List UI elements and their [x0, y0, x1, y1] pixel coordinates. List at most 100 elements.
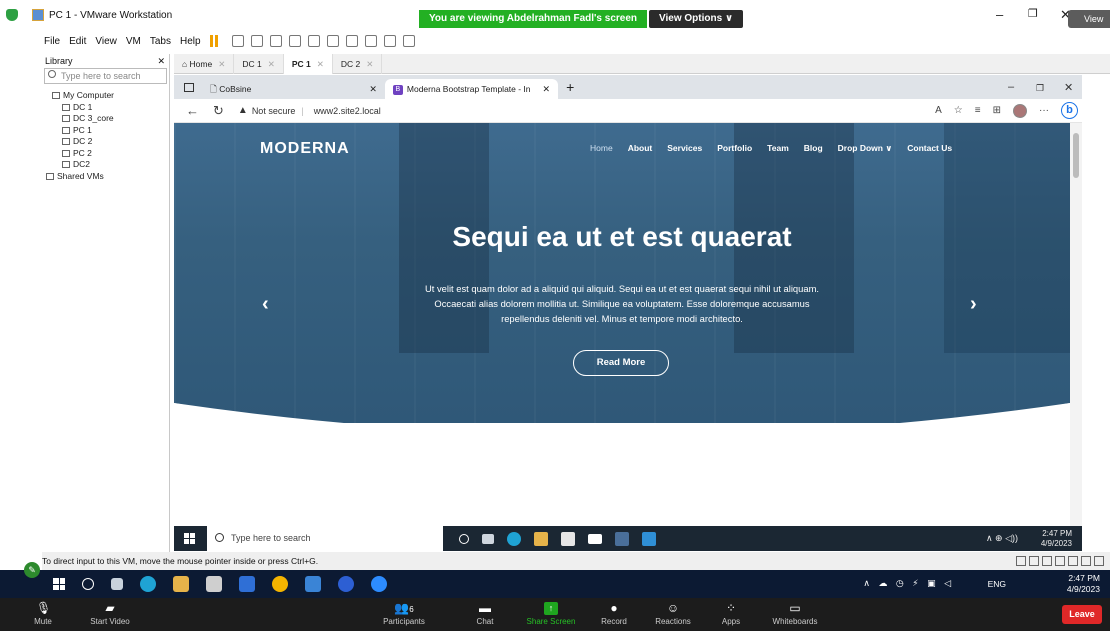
language-indicator[interactable]: ENG	[988, 579, 1006, 589]
nav-dropdown[interactable]: Drop Down ∨	[838, 143, 893, 154]
library-view-icon[interactable]	[307, 35, 320, 47]
bing-icon[interactable]: b	[1061, 102, 1078, 119]
close-tab-icon[interactable]: ✕	[366, 59, 373, 69]
tree-item-dc3-core[interactable]: DC 3_core	[42, 113, 169, 125]
hdd-icon[interactable]	[1016, 556, 1026, 566]
printer-icon[interactable]	[1081, 556, 1091, 566]
sound-icon[interactable]	[1068, 556, 1078, 566]
mute-button[interactable]: 🎙 Mute	[26, 598, 60, 631]
new-tab-icon[interactable]: +	[566, 79, 574, 95]
windows-start-icon[interactable]	[53, 578, 65, 590]
thumbnail-view-icon[interactable]	[326, 35, 339, 47]
not-secure-label[interactable]: Not secure	[252, 106, 296, 116]
pause-icon[interactable]	[209, 35, 213, 47]
telegram-icon[interactable]	[338, 576, 354, 592]
mail-icon[interactable]	[588, 533, 602, 544]
revert-snapshot-icon[interactable]	[269, 35, 282, 47]
profile-avatar[interactable]	[1013, 103, 1027, 118]
url-text[interactable]: www2.site2.local	[314, 106, 381, 116]
close-tab-icon[interactable]: ✕	[543, 84, 551, 94]
maximize-icon[interactable]: ❐	[1036, 83, 1044, 94]
tab-home[interactable]: ⌂ Home ✕	[174, 53, 235, 74]
file-explorer-icon[interactable]	[173, 576, 189, 592]
network-icon[interactable]	[1042, 556, 1052, 566]
edge-icon[interactable]	[140, 576, 156, 592]
mail-icon[interactable]	[239, 576, 255, 592]
zoom-view-button[interactable]: View	[1068, 10, 1110, 28]
menu-view[interactable]: View	[95, 36, 117, 47]
task-view-icon[interactable]	[482, 533, 494, 544]
nav-portfolio[interactable]: Portfolio	[717, 143, 752, 154]
tab-dc1[interactable]: DC 1 ✕	[234, 53, 284, 74]
guest-search-input[interactable]: Type here to search	[207, 526, 443, 551]
guest-clock[interactable]: 2:47 PM 4/9/2023	[1041, 529, 1072, 549]
tree-item-dc1[interactable]: DC 1	[42, 102, 169, 114]
minimize-icon[interactable]: –	[996, 7, 1003, 22]
whiteboards-button[interactable]: ▭ Whiteboards	[764, 598, 826, 631]
cd-icon[interactable]	[1029, 556, 1039, 566]
participants-button[interactable]: 👥6 Participants	[376, 598, 432, 631]
close-tab-icon[interactable]: ✕	[268, 59, 275, 69]
usb-icon[interactable]	[1055, 556, 1065, 566]
host-tray-icons[interactable]: ∧ ☁ ◷ ⚡ ▣ ◁	[863, 578, 954, 589]
start-video-button[interactable]: ▰ Start Video	[80, 598, 140, 631]
close-tab-icon[interactable]: ✕	[317, 59, 324, 69]
snapshot-icon[interactable]	[250, 35, 263, 47]
minimize-icon[interactable]: –	[1008, 81, 1014, 93]
close-library-icon[interactable]: ✕	[157, 54, 165, 68]
menu-vm[interactable]: VM	[126, 36, 141, 47]
console-icon[interactable]	[383, 35, 396, 47]
tab-actions-icon[interactable]	[184, 82, 194, 92]
nav-team[interactable]: Team	[767, 143, 789, 154]
site-logo[interactable]: MODERNA	[260, 140, 350, 158]
close-tab-icon[interactable]: ✕	[369, 84, 377, 94]
tree-item-shared-vms[interactable]: Shared VMs	[42, 171, 169, 183]
unity-icon[interactable]	[364, 35, 377, 47]
browser-tab-cobsine[interactable]: 🗋 CoBsine ✕	[202, 79, 385, 99]
store-icon[interactable]	[206, 576, 222, 592]
menu-file[interactable]: File	[44, 36, 60, 47]
file-explorer-icon[interactable]	[534, 531, 548, 546]
tray-icons[interactable]: ∧ ⊕ ◁))	[986, 533, 1018, 544]
close-icon[interactable]: ✕	[1064, 81, 1073, 94]
read-aloud-icon[interactable]: A	[935, 105, 942, 116]
menu-edit[interactable]: Edit	[69, 36, 86, 47]
tree-item-dc2-alt[interactable]: DC2	[42, 159, 169, 171]
windows-start-icon[interactable]	[184, 533, 195, 544]
tab-pc1[interactable]: PC 1 ✕	[283, 53, 333, 74]
close-tab-icon[interactable]: ✕	[218, 59, 225, 69]
leave-button[interactable]: Leave	[1062, 605, 1102, 624]
back-icon[interactable]: ←	[186, 103, 199, 118]
refresh-icon[interactable]: ↻	[213, 103, 224, 119]
host-clock[interactable]: 2:47 PM 4/9/2023	[1067, 573, 1100, 595]
store-icon[interactable]	[561, 531, 575, 546]
menu-tabs[interactable]: Tabs	[150, 36, 171, 47]
favorite-add-icon[interactable]: ☆	[954, 105, 963, 116]
reactions-button[interactable]: ☺ Reactions	[650, 598, 696, 631]
carousel-next-icon[interactable]: ›	[970, 293, 977, 316]
stretch-icon[interactable]	[402, 35, 415, 47]
menu-help[interactable]: Help	[180, 36, 201, 47]
search-icon[interactable]	[82, 578, 94, 590]
browser-tab-moderna[interactable]: B Moderna Bootstrap Template - In ✕	[384, 79, 559, 99]
tree-item-dc2[interactable]: DC 2	[42, 136, 169, 148]
annotate-pen-icon[interactable]: ✎	[24, 562, 40, 578]
tree-item-pc2[interactable]: PC 2	[42, 148, 169, 160]
vmware-taskbar-icon[interactable]	[305, 576, 321, 592]
page-scrollbar[interactable]	[1070, 123, 1082, 528]
chat-button[interactable]: ▬ Chat	[470, 598, 500, 631]
nav-about[interactable]: About	[628, 143, 653, 154]
more-icon[interactable]: ···	[1039, 105, 1049, 116]
cortana-icon[interactable]	[459, 533, 469, 544]
view-options-button[interactable]: View Options ∨	[649, 10, 744, 28]
nav-contact[interactable]: Contact Us	[907, 143, 952, 154]
carousel-prev-icon[interactable]: ‹	[262, 293, 269, 316]
snapshot-manager-icon[interactable]	[288, 35, 301, 47]
tree-item-pc1[interactable]: PC 1	[42, 125, 169, 137]
scrollbar-thumb[interactable]	[1073, 133, 1079, 178]
server-manager-icon[interactable]	[615, 531, 629, 546]
record-button[interactable]: ● Record	[596, 598, 632, 631]
display-icon[interactable]	[1094, 556, 1104, 566]
fullscreen-icon[interactable]	[345, 35, 358, 47]
library-search-input[interactable]: Type here to search	[44, 68, 167, 84]
